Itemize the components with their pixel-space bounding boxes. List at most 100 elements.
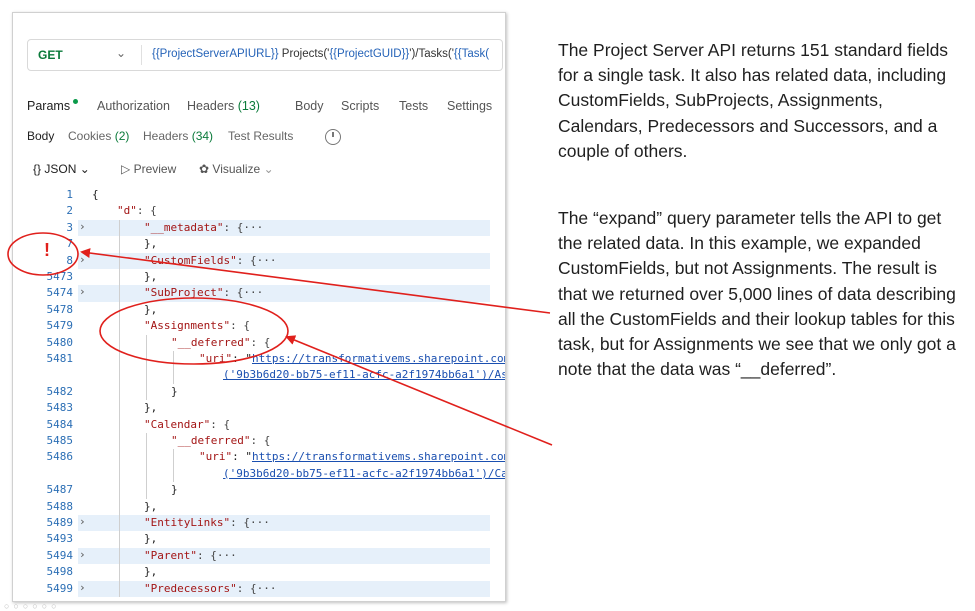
- code-line: 5498},: [13, 564, 505, 580]
- tab-scripts[interactable]: Scripts: [341, 99, 379, 113]
- fold-chevron-icon[interactable]: ›: [79, 548, 86, 561]
- code-text: "CustomFields": {···: [144, 253, 277, 267]
- line-number: 5489: [46, 516, 74, 529]
- chevron-down-icon[interactable]: ⌄: [116, 46, 126, 60]
- line-number: 5473: [46, 270, 74, 283]
- code-text: },: [144, 237, 158, 251]
- fold-chevron-icon[interactable]: ›: [79, 220, 86, 233]
- request-url-bar[interactable]: GET ⌄ {{ProjectServerAPIURL}} Projects('…: [27, 39, 503, 71]
- line-number: 5483: [46, 401, 74, 415]
- code-line: 3 › "__metadata": {···: [13, 219, 505, 237]
- fold-chevron-icon[interactable]: ›: [79, 285, 86, 298]
- code-text: }: [171, 384, 178, 398]
- line-number: 5485: [46, 434, 74, 447]
- indent-guide: [146, 334, 147, 401]
- line-number: 5488: [46, 499, 74, 513]
- code-text: }: [171, 483, 178, 497]
- code-text: "Assignments": {: [144, 319, 250, 333]
- line-number: 7: [66, 237, 73, 251]
- tab-headers[interactable]: Headers (13): [187, 99, 260, 113]
- code-line: 5499 › "Predecessors": {···: [13, 580, 505, 598]
- line-number: 5479: [46, 319, 74, 333]
- code-text: "uri": "https://transformativems.sharepo…: [199, 450, 506, 464]
- code-text: "Predecessors": {···: [144, 581, 277, 595]
- code-line: 5478},: [13, 302, 505, 318]
- code-line: 5486 "uri": "https://transformativems.sha…: [13, 449, 506, 465]
- tab-settings[interactable]: Settings: [447, 99, 492, 113]
- tab-test-results[interactable]: Test Results: [228, 129, 293, 143]
- visualize-icon: ✿: [199, 162, 210, 176]
- indent-guide: [146, 433, 147, 499]
- code-text: ('9b3b6d20-bb75-ef11-acfc-a2f1974bb6a1')…: [223, 368, 506, 382]
- code-text: {: [92, 188, 99, 201]
- url-variable: {{ProjectServerAPIURL}}: [152, 48, 279, 60]
- visualize-button[interactable]: ✿ Visualize ⌄: [199, 162, 274, 176]
- line-number: 8: [66, 253, 73, 267]
- code-line: 5484 "Calendar": {: [13, 417, 505, 433]
- line-number: 5487: [46, 483, 74, 497]
- fold-chevron-icon[interactable]: ›: [79, 515, 86, 528]
- format-select[interactable]: {} JSON ⌄: [33, 162, 90, 176]
- preview-button[interactable]: ▷ Preview: [121, 162, 176, 176]
- line-number: 5498: [46, 565, 74, 579]
- code-text: "Parent": {···: [144, 548, 237, 562]
- code-line: 8 › "CustomFields": {···: [13, 252, 505, 270]
- tab-response-headers[interactable]: Headers (34): [143, 129, 213, 143]
- code-text: "d": {: [117, 204, 157, 218]
- code-line: 5488},: [13, 499, 505, 515]
- indent-guide: [173, 351, 174, 384]
- line-number: 5493: [46, 532, 74, 546]
- code-text: },: [144, 401, 158, 415]
- tab-body[interactable]: Body: [295, 99, 324, 113]
- line-number: 5482: [46, 384, 74, 398]
- code-line: 5479 "Assignments": {: [13, 318, 505, 334]
- http-method-select[interactable]: GET: [38, 48, 63, 62]
- code-line: 5481 "uri": "https://transformativems.sha…: [13, 351, 506, 367]
- line-number: 5474: [46, 286, 74, 300]
- line-number: 3: [66, 220, 73, 234]
- history-icon[interactable]: [325, 129, 341, 145]
- code-line: 1{: [13, 187, 505, 203]
- url-text: Projects(': [278, 48, 330, 60]
- code-text: ('9b3b6d20-bb75-ef11-acfc-a2f1974bb6a1')…: [223, 466, 506, 480]
- play-icon: ▷: [121, 162, 131, 176]
- line-number: 5480: [46, 335, 74, 349]
- code-line: ('9b3b6d20-bb75-ef11-acfc-a2f1974bb6a1')…: [13, 367, 505, 383]
- explanation-paragraph-2: The “expand” query parameter tells the A…: [558, 208, 956, 380]
- url-divider: [141, 45, 142, 65]
- code-line: 2 "d": {: [13, 203, 505, 219]
- code-text: },: [144, 565, 158, 579]
- request-url-input[interactable]: {{ProjectServerAPIURL}} Projects('{{Proj…: [152, 48, 489, 60]
- tab-cookies[interactable]: Cookies (2): [68, 129, 129, 143]
- line-number: 5484: [46, 417, 74, 431]
- response-json-viewer[interactable]: 1{2 "d": { 3 › "__metadata": {··· 7}, 8 › "Custo…: [13, 187, 505, 599]
- url-variable: {{ProjectGUID}}: [329, 48, 410, 60]
- fold-chevron-icon[interactable]: ›: [79, 253, 86, 266]
- code-text: },: [144, 302, 158, 316]
- code-text: "__metadata": {···: [144, 220, 264, 234]
- tab-params[interactable]: Params: [27, 99, 79, 113]
- code-text: "EntityLinks": {···: [144, 516, 270, 529]
- line-number: 5478: [46, 302, 74, 316]
- code-line: 5487}: [13, 482, 505, 498]
- code-text: },: [144, 532, 158, 546]
- code-line: 5482}: [13, 384, 505, 400]
- line-number: 5494: [46, 548, 74, 562]
- line-number: 2: [66, 204, 73, 218]
- fold-chevron-icon[interactable]: ›: [79, 581, 86, 594]
- url-text: ')/Tasks(': [409, 48, 454, 60]
- tab-response-body[interactable]: Body: [27, 129, 54, 143]
- code-line: 5494 › "Parent": {···: [13, 547, 505, 565]
- url-variable: {{Task(: [453, 48, 490, 60]
- chevron-down-icon: ⌄: [79, 162, 90, 176]
- postman-panel: GET ⌄ {{ProjectServerAPIURL}} Projects('…: [12, 12, 506, 602]
- code-line: 5489 › "EntityLinks": {···: [13, 515, 505, 532]
- line-number: 5481: [46, 352, 74, 365]
- explanation-paragraph-1: The Project Server API returns 151 stand…: [558, 40, 949, 161]
- code-line: 5483},: [13, 400, 505, 416]
- code-line: ('9b3b6d20-bb75-ef11-acfc-a2f1974bb6a1')…: [13, 466, 505, 482]
- tab-authorization[interactable]: Authorization: [97, 99, 170, 113]
- code-text: },: [144, 270, 158, 283]
- tab-tests[interactable]: Tests: [399, 99, 428, 113]
- code-line: 5493},: [13, 531, 505, 547]
